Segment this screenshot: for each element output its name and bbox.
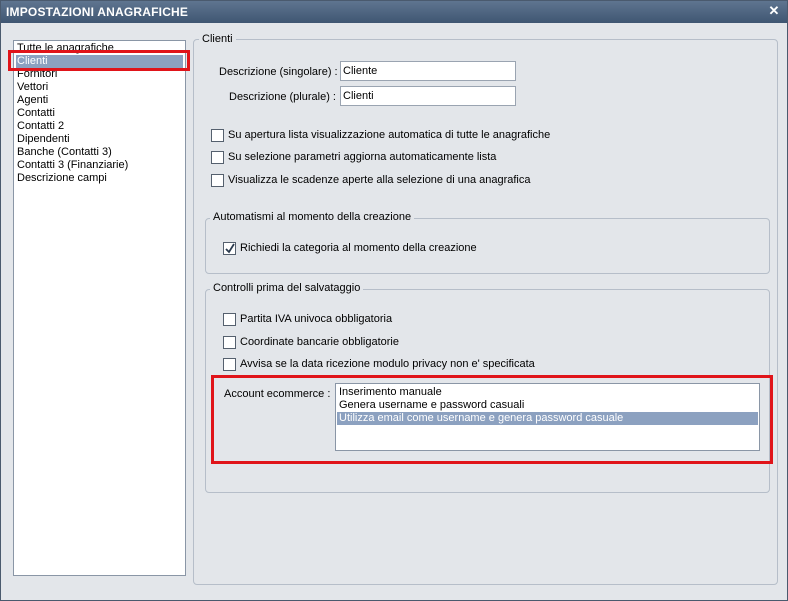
title-bar[interactable]: IMPOSTAZIONI ANAGRAFICHE ✕	[1, 1, 787, 23]
settings-window: IMPOSTAZIONI ANAGRAFICHE ✕ Tutte le anag…	[0, 0, 788, 601]
desc-singolare-label: Descrizione (singolare) :	[219, 66, 338, 78]
auto-open-list-checkbox[interactable]: Su apertura lista visualizzazione automa…	[211, 128, 611, 143]
desc-plurale-field[interactable]: Clienti	[340, 86, 516, 106]
ask-category-checkbox[interactable]: Richiedi la categoria al momento della c…	[223, 241, 523, 256]
show-open-deadlines-checkbox[interactable]: Visualizza le scadenze aperte alla selez…	[211, 173, 611, 188]
checkbox-box[interactable]	[211, 129, 224, 142]
sidebar-item-vettori[interactable]: Vettori	[16, 81, 183, 94]
desc-plurale-label: Descrizione (plurale) :	[229, 91, 336, 103]
sidebar-item-agenti[interactable]: Agenti	[16, 94, 183, 107]
privacy-warning-checkbox[interactable]: Avvisa se la data ricezione modulo priva…	[223, 357, 623, 372]
clienti-group-title: Clienti	[199, 33, 236, 45]
auto-refresh-list-checkbox[interactable]: Su selezione parametri aggiorna automati…	[211, 150, 611, 165]
window-title: IMPOSTAZIONI ANAGRAFICHE	[6, 5, 189, 19]
checkbox-box[interactable]	[223, 358, 236, 371]
checkmark-icon	[225, 243, 235, 254]
sidebar-item-clienti[interactable]: Clienti	[16, 55, 183, 68]
account-option-random[interactable]: Genera username e password casuali	[337, 399, 758, 412]
sidebar-item-descrizione-campi[interactable]: Descrizione campi	[16, 172, 183, 185]
account-ecommerce-label: Account ecommerce :	[224, 388, 331, 400]
desc-singolare-field[interactable]: Cliente	[340, 61, 516, 81]
checkbox-label: Richiedi la categoria al momento della c…	[240, 242, 477, 254]
checkbox-box[interactable]	[223, 336, 236, 349]
checkbox-label: Partita IVA univoca obbligatoria	[240, 313, 393, 325]
controlli-group-title: Controlli prima del salvataggio	[210, 282, 364, 294]
sidebar-item-contatti[interactable]: Contatti	[16, 107, 183, 120]
sidebar-item-tutte[interactable]: Tutte le anagrafiche	[16, 42, 183, 55]
bank-details-checkbox[interactable]: Coordinate bancarie obbligatorie	[223, 335, 523, 350]
sidebar-item-banche[interactable]: Banche (Contatti 3)	[16, 146, 183, 159]
checkbox-box[interactable]	[223, 242, 236, 255]
sidebar-item-contatti-3[interactable]: Contatti 3 (Finanziarie)	[16, 159, 183, 172]
checkbox-box[interactable]	[211, 151, 224, 164]
automatismi-group-title: Automatismi al momento della creazione	[210, 211, 415, 223]
checkbox-label: Su selezione parametri aggiorna automati…	[228, 151, 497, 163]
category-list[interactable]: Tutte le anagrafiche Clienti Fornitori V…	[13, 40, 186, 576]
sidebar-item-fornitori[interactable]: Fornitori	[16, 68, 183, 81]
sidebar-item-contatti-2[interactable]: Contatti 2	[16, 120, 183, 133]
checkbox-label: Coordinate bancarie obbligatorie	[240, 336, 399, 348]
close-icon[interactable]: ✕	[767, 4, 781, 18]
account-ecommerce-list[interactable]: Inserimento manuale Genera username e pa…	[335, 383, 760, 451]
checkbox-box[interactable]	[211, 174, 224, 187]
checkbox-label: Visualizza le scadenze aperte alla selez…	[228, 174, 531, 186]
vat-unique-checkbox[interactable]: Partita IVA univoca obbligatoria	[223, 312, 523, 327]
checkbox-label: Su apertura lista visualizzazione automa…	[228, 129, 551, 141]
account-option-email[interactable]: Utilizza email come username e genera pa…	[337, 412, 758, 425]
account-option-manual[interactable]: Inserimento manuale	[337, 386, 758, 399]
sidebar-item-dipendenti[interactable]: Dipendenti	[16, 133, 183, 146]
checkbox-box[interactable]	[223, 313, 236, 326]
checkbox-label: Avvisa se la data ricezione modulo priva…	[240, 358, 535, 370]
